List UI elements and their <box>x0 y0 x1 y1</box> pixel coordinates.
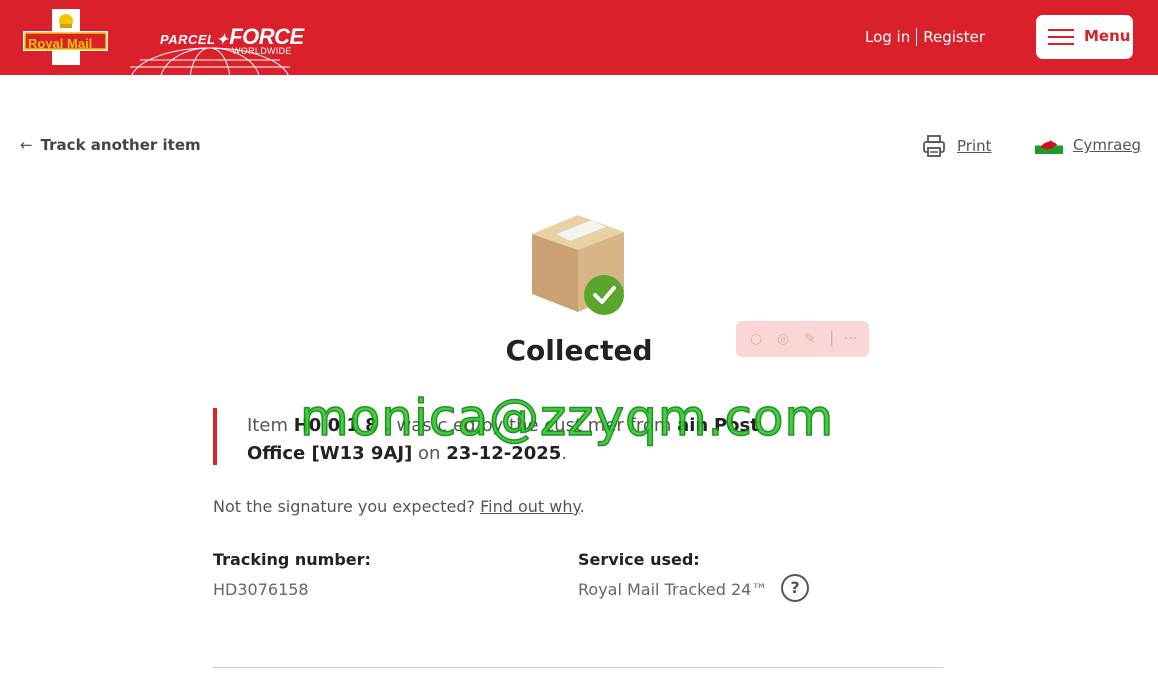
language-link[interactable]: Cymraeg <box>1035 136 1141 154</box>
tracking-number-value: HD3076158 <box>213 580 309 599</box>
auth-links: Log in Register <box>865 28 985 46</box>
parcelforce-logo[interactable]: PARCEL✦FORCE WORLDWIDE <box>160 24 304 56</box>
status-title: Collected <box>505 334 653 367</box>
help-icon[interactable]: ? <box>781 574 809 602</box>
floating-toolbar: ○ ◎ ✎ | ··· <box>736 321 869 357</box>
search-icon[interactable]: ○ <box>750 331 762 347</box>
watermark-text: monica@zzyqm.com <box>299 388 835 448</box>
arrow-left-icon: ← <box>20 136 33 154</box>
signature-note-end: . <box>579 497 585 516</box>
more-icon[interactable]: ··· <box>844 331 857 347</box>
service-used-label: Service used: <box>578 550 700 569</box>
signature-note: Not the signature you expected? Find out… <box>213 497 585 516</box>
login-link[interactable]: Log in <box>865 28 910 46</box>
register-link[interactable]: Register <box>923 28 985 46</box>
signature-note-text: Not the signature you expected? <box>213 497 475 516</box>
royal-mail-logo-text: Royal Mail <box>28 36 93 51</box>
track-another-label: Track another item <box>40 136 201 154</box>
printer-icon <box>923 135 945 157</box>
hamburger-icon <box>1048 29 1074 45</box>
tracking-number-label: Tracking number: <box>213 550 371 569</box>
language-label: Cymraeg <box>1073 136 1142 154</box>
item-prefix: Item <box>247 415 288 436</box>
service-used-value: Royal Mail Tracked 24™ <box>578 580 768 599</box>
check-badge <box>584 275 624 315</box>
parcelforce-worldwide-text: WORLDWIDE <box>232 46 292 56</box>
chat-icon[interactable]: ◎ <box>777 331 789 347</box>
site-header: Royal Mail PARCEL✦FORCE WORLDWIDE Log in… <box>0 0 1158 76</box>
menu-label: Menu <box>1084 27 1131 45</box>
parcel-box-icon <box>532 215 624 315</box>
menu-button[interactable]: Menu <box>1036 15 1133 59</box>
print-label: Print <box>957 137 992 155</box>
auth-separator <box>916 28 918 46</box>
welsh-flag-icon <box>1035 136 1063 154</box>
toolbar-divider: | <box>829 328 835 347</box>
print-link[interactable]: Print <box>922 134 992 158</box>
magic-wand-icon[interactable]: ✎ <box>804 331 816 347</box>
section-divider <box>213 667 943 668</box>
find-out-why-link[interactable]: Find out why <box>480 497 580 516</box>
parcelforce-parcel-text: PARCEL <box>160 32 216 47</box>
track-another-link[interactable]: ← Track another item <box>20 136 201 154</box>
